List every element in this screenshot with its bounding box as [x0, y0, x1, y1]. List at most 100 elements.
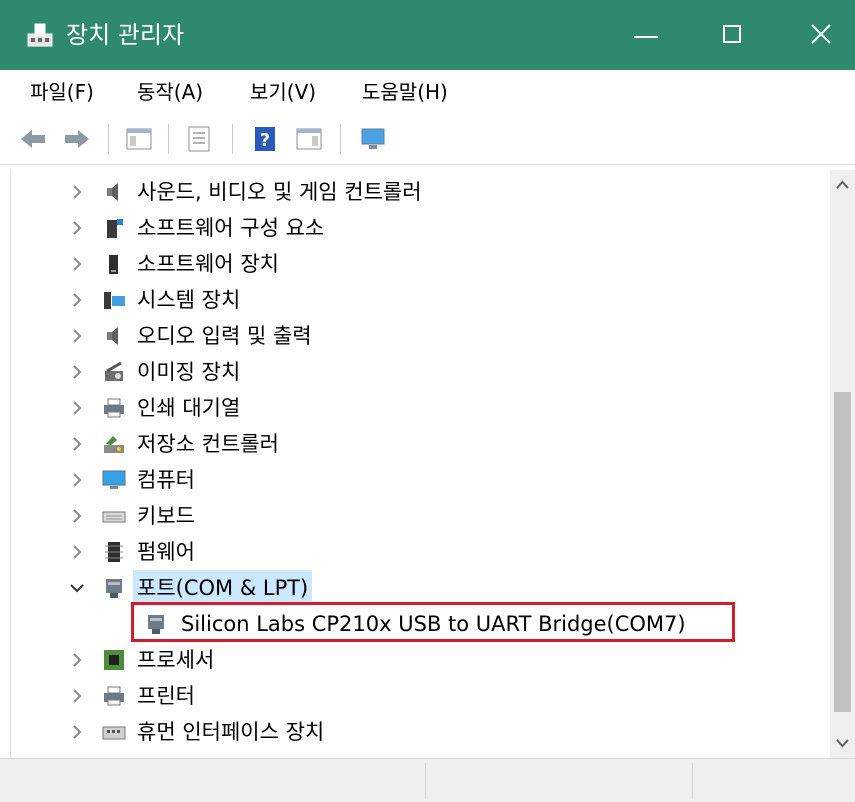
tree-node-label: 포트(COM & LPT) [133, 570, 313, 606]
chevron-right-icon[interactable] [67, 254, 87, 274]
software-device-icon [109, 255, 118, 274]
tree-node-label: 펌웨어 [137, 540, 195, 564]
menu-action[interactable]: 동작(A) [133, 76, 207, 108]
printer-icon [104, 686, 124, 706]
maximize-icon [723, 25, 741, 43]
back-button[interactable] [18, 124, 48, 154]
toolbar-separator [108, 124, 109, 154]
forward-arrow-icon [65, 130, 89, 148]
close-button[interactable] [780, 0, 855, 70]
chevron-right-icon[interactable] [67, 650, 87, 670]
chevron-right-icon[interactable] [67, 542, 87, 562]
chevron-right-icon[interactable] [67, 434, 87, 454]
tree-node-label: 휴먼 인터페이스 장치 [137, 720, 325, 744]
tree-node-label: 오디오 입력 및 출력 [137, 324, 312, 348]
menu-view[interactable]: 보기(V) [246, 76, 320, 108]
tree-node-label: 시스템 장치 [137, 288, 241, 312]
speaker-icon [107, 327, 118, 345]
tree-node-processors[interactable]: 프로세서 [11, 642, 831, 678]
svg-text:?: ? [260, 130, 270, 151]
tree-node-human-interface-devices[interactable]: 휴먼 인터페이스 장치 [11, 714, 831, 750]
chevron-right-icon[interactable] [67, 722, 87, 742]
human-interface-device-icon [102, 726, 126, 740]
computer-icon [102, 470, 126, 489]
storage-controller-icon [104, 436, 124, 453]
software-component-icon [107, 219, 123, 238]
scroll-up-button[interactable] [830, 170, 855, 200]
action-pane-button[interactable] [294, 124, 324, 154]
toolbar: ? [0, 114, 855, 165]
processor-icon [104, 650, 124, 670]
chevron-up-icon [836, 180, 849, 189]
tree-node-label: 소프트웨어 구성 요소 [137, 216, 325, 240]
tree-node-label: 사운드, 비디오 및 게임 컨트롤러 [137, 180, 422, 204]
scroll-down-button[interactable] [830, 728, 855, 758]
tree-node-system-devices[interactable]: 시스템 장치 [11, 282, 831, 318]
scroll-thumb[interactable] [834, 392, 851, 712]
tree-node-label: 프린터 [137, 684, 195, 708]
printer-icon [104, 398, 124, 418]
scan-hardware-button[interactable] [358, 124, 388, 154]
tree-node-label: 인쇄 대기열 [137, 396, 241, 420]
show-hide-console-tree-icon [126, 128, 152, 150]
action-pane-icon [296, 128, 322, 150]
tree-node-label: 프로세서 [137, 648, 215, 672]
console-tree-button[interactable] [124, 124, 154, 154]
chevron-right-icon[interactable] [67, 218, 87, 238]
tree-node-label: 이미징 장치 [137, 360, 241, 384]
tree-node-imaging-devices[interactable]: 이미징 장치 [11, 354, 831, 390]
help-button[interactable]: ? [250, 124, 280, 154]
chevron-right-icon[interactable] [67, 470, 87, 490]
chevron-right-icon[interactable] [67, 326, 87, 346]
menu-file[interactable]: 파일(F) [26, 76, 98, 108]
tree-node-software-devices[interactable]: 소프트웨어 장치 [11, 246, 831, 282]
minimize-icon [634, 36, 658, 38]
chevron-right-icon[interactable] [67, 506, 87, 526]
status-pane [426, 763, 693, 799]
chevron-right-icon[interactable] [67, 398, 87, 418]
window-title: 장치 관리자 [66, 21, 185, 49]
tree-node-label: 저장소 컨트롤러 [137, 432, 279, 456]
tree-node-audio-inputs-outputs[interactable]: 오디오 입력 및 출력 [11, 318, 831, 354]
tree-node-software-components[interactable]: 소프트웨어 구성 요소 [11, 210, 831, 246]
chevron-down-icon[interactable] [67, 578, 87, 598]
camera-icon [105, 361, 123, 381]
tree-node-computer[interactable]: 컴퓨터 [11, 462, 831, 498]
tree-node-sound-video-game-controllers[interactable]: 사운드, 비디오 및 게임 컨트롤러 [11, 174, 831, 210]
tree-node-ports-com-lpt[interactable]: 포트(COM & LPT) [11, 570, 831, 606]
tree-node-firmware[interactable]: 펌웨어 [11, 534, 831, 570]
forward-button[interactable] [62, 124, 92, 154]
keyboard-icon [102, 511, 126, 523]
status-pane [0, 763, 426, 799]
status-bar [0, 758, 855, 802]
device-tree[interactable]: 사운드, 비디오 및 게임 컨트롤러 소프트웨어 구성 요소 소프트웨어 장치 … [10, 170, 831, 758]
back-arrow-icon [21, 130, 45, 148]
chevron-right-icon[interactable] [67, 290, 87, 310]
system-device-icon [104, 292, 125, 309]
tree-node-print-queues[interactable]: 인쇄 대기열 [11, 390, 831, 426]
firmware-chip-icon [105, 542, 123, 562]
tree-node-label: 컴퓨터 [137, 468, 195, 492]
chevron-right-icon[interactable] [67, 362, 87, 382]
chevron-right-icon[interactable] [67, 182, 87, 202]
tree-node-label: 소프트웨어 장치 [137, 252, 279, 276]
minimize-button[interactable] [606, 0, 686, 70]
monitor-icon [361, 128, 385, 149]
chevron-right-icon[interactable] [67, 686, 87, 706]
properties-icon [188, 126, 210, 152]
tree-node-storage-controllers[interactable]: 저장소 컨트롤러 [11, 426, 831, 462]
tree-node-keyboards[interactable]: 키보드 [11, 498, 831, 534]
help-icon: ? [255, 127, 275, 151]
toolbar-separator [168, 124, 169, 154]
toolbar-separator [232, 124, 233, 154]
port-connector-icon [106, 579, 122, 598]
title-bar[interactable]: 장치 관리자 [0, 0, 855, 70]
properties-button[interactable] [184, 124, 214, 154]
vertical-scrollbar[interactable] [830, 170, 855, 758]
menu-bar: 파일(F) 동작(A) 보기(V) 도움말(H) [0, 70, 855, 114]
tree-node-printers[interactable]: 프린터 [11, 678, 831, 714]
menu-help[interactable]: 도움말(H) [358, 76, 452, 108]
speaker-icon [107, 183, 118, 201]
tree-node-label: 키보드 [137, 504, 195, 528]
maximize-button[interactable] [693, 0, 773, 70]
